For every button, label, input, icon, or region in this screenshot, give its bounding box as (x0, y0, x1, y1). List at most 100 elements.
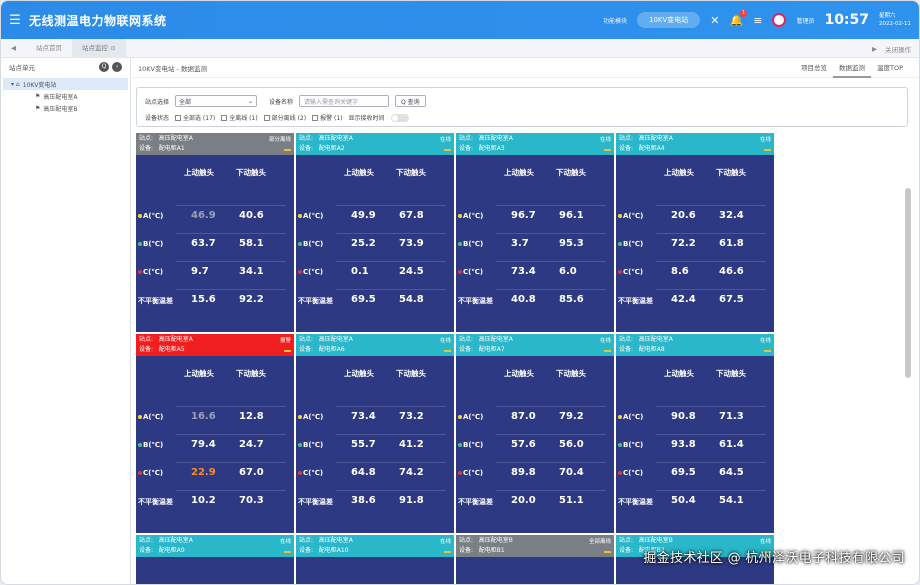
card-site: 高压配电室A (318, 537, 353, 544)
checkbox-all[interactable]: 全部选 (17) (175, 113, 215, 122)
close-operation[interactable]: 关闭操作 (885, 44, 911, 54)
col-upper: 上动触头 (504, 369, 534, 378)
device-label: 设备: (139, 346, 154, 353)
card-device: 配电柜A2 (318, 145, 345, 152)
temp-value-lower: 46.6 (719, 266, 744, 277)
temp-value-lower: 91.8 (399, 495, 424, 506)
tab-home[interactable]: 站点首页 (26, 39, 72, 58)
row-label-text: 不平衡温差 (298, 297, 333, 305)
col-lower: 下动触头 (396, 168, 426, 177)
temp-value-upper: 20.0 (511, 495, 536, 506)
temp-value-upper: 72.2 (671, 238, 696, 249)
device-card[interactable]: 站点: 高压配电室A 设备: 配电柜A5 报警 上动触头 下动触头 A(℃) 16.6 12.… (136, 334, 294, 533)
collapse-icon[interactable]: ‹ (112, 62, 122, 72)
tree-item-a[interactable]: ⚑ 高压配电室A (1, 90, 130, 102)
device-card[interactable]: 站点: 高压配电室B 设备: 配电柜B1 全部离线 (456, 535, 614, 584)
bell-icon[interactable]: 🔔 1 (730, 9, 748, 27)
row-label-text: A(℃) (303, 212, 324, 220)
phase-dot-icon (298, 471, 302, 475)
tab-overview[interactable]: 项目总览 (795, 58, 833, 78)
device-card[interactable]: 站点: 高压配电室A 设备: 配电柜A4 在线 上动触头 下动触头 A(℃) 20.6 32.… (616, 133, 774, 332)
menu-icon[interactable]: ☰ (1, 1, 29, 39)
list-icon[interactable]: ≡ (753, 14, 762, 27)
row-label: 不平衡温差 (138, 296, 173, 306)
device-label: 设备: (459, 547, 474, 554)
row-label-text: C(℃) (143, 469, 164, 477)
row-label-text: A(℃) (623, 413, 644, 421)
tab-data-monitor[interactable]: 数据监测 (832, 58, 871, 78)
temp-value-lower: 95.3 (559, 238, 584, 249)
row-label-text: 不平衡温差 (618, 297, 653, 305)
temp-value-upper: 22.9 (191, 467, 216, 478)
col-lower: 下动触头 (236, 369, 266, 378)
signal-icon (604, 547, 611, 553)
device-card[interactable]: 站点: 高压配电室A 设备: 配电柜A10 在线 (296, 535, 454, 584)
row-label: C(℃) (138, 469, 163, 477)
show-time-toggle[interactable] (390, 113, 409, 122)
temp-value-lower: 73.2 (399, 411, 424, 422)
row-label-text: 不平衡温差 (458, 297, 493, 305)
avatar[interactable] (772, 13, 787, 27)
card-site: 高压配电室A (478, 135, 513, 142)
status-label: 设备状态 (145, 115, 170, 122)
card-status: 部分离线 (268, 137, 291, 143)
row-label: 不平衡温差 (458, 296, 493, 306)
phase-dot-icon (138, 471, 142, 475)
temp-value-upper: 55.7 (351, 439, 376, 450)
temp-value-upper: 90.8 (671, 411, 696, 422)
tab-temp-top[interactable]: 温度TOP (871, 58, 909, 78)
card-header: 站点: 高压配电室A 设备: 配电柜A9 在线 (136, 535, 294, 557)
site-label: 站点: (459, 135, 474, 142)
scrollbar[interactable] (905, 188, 911, 378)
device-card[interactable]: 站点: 高压配电室A 设备: 配电柜A3 在线 上动触头 下动触头 A(℃) 96.7 96.… (456, 133, 614, 332)
row-label-text: B(℃) (143, 441, 164, 449)
device-search-input[interactable]: 请输入需查询关键字 (299, 95, 390, 107)
query-button[interactable]: Q 查询 (395, 95, 426, 107)
card-header: 站点: 高压配电室A 设备: 配电柜A3 在线 (456, 133, 614, 155)
device-card[interactable]: 站点: 高压配电室A 设备: 配电柜A8 在线 上动触头 下动触头 A(℃) 90.8 71.… (616, 334, 774, 533)
search-icon[interactable]: Q (99, 62, 109, 72)
device-card[interactable]: 站点: 高压配电室A 设备: 配电柜A2 在线 上动触头 下动触头 A(℃) 49.9 67.… (296, 133, 454, 332)
phase-dot-icon (298, 443, 302, 447)
checkbox-offline[interactable]: 全离线 (1) (221, 113, 258, 122)
signal-icon (444, 145, 451, 151)
temp-value-upper: 69.5 (351, 294, 376, 305)
card-status: 全部离线 (588, 539, 611, 545)
tree-root[interactable]: ▾ ⌂ 10KV变电站 (3, 78, 128, 90)
checkbox-alarm-label: 报警 (1) (320, 115, 343, 122)
phase-dot-icon (138, 242, 142, 246)
station-selector[interactable]: 10KV变电站 (637, 12, 701, 28)
device-card[interactable]: 站点: 高压配电室A 设备: 配电柜A7 在线 上动触头 下动触头 A(℃) 87.0 79.… (456, 334, 614, 533)
temp-value-upper: 9.7 (191, 266, 209, 277)
row-label: C(℃) (298, 268, 323, 276)
temp-value-lower: 58.1 (239, 238, 264, 249)
site-label: 站点: (299, 537, 314, 544)
tabs-forward-icon[interactable]: ▶ (872, 45, 877, 53)
row-label: B(℃) (138, 240, 163, 248)
device-card[interactable]: 站点: 高压配电室A 设备: 配电柜A1 部分离线 上动触头 下动触头 A(℃) 46.9 4… (136, 133, 294, 332)
filter-panel: 站点选择 全部 ⌄ 设备名称 请输入需查询关键字 Q 查询 设备状态 全部选 (1… (136, 87, 908, 127)
temp-value-upper: 0.1 (351, 266, 369, 277)
card-device: 配电柜A8 (638, 346, 665, 353)
user-name[interactable]: 管理员 (796, 16, 814, 25)
row-label: B(℃) (138, 441, 163, 449)
tabs-back-icon[interactable]: ◀ (1, 39, 26, 58)
row-label: A(℃) (618, 413, 643, 421)
site-select[interactable]: 全部 ⌄ (175, 95, 258, 107)
phase-dot-icon (618, 471, 622, 475)
device-card[interactable]: 站点: 高压配电室A 设备: 配电柜A9 在线 (136, 535, 294, 584)
site-label: 站点: (459, 537, 474, 544)
signal-icon (764, 346, 771, 352)
row-label-text: B(℃) (143, 240, 164, 248)
checkbox-partial[interactable]: 部分离线 (2) (263, 113, 306, 122)
site-label: 站点: (459, 336, 474, 343)
tab-monitor[interactable]: 站点监控 ⊙ (72, 38, 126, 58)
tree-item-b[interactable]: ⚑ 高压配电室B (1, 102, 130, 114)
row-label: B(℃) (618, 240, 643, 248)
card-device: 配电柜A9 (158, 547, 185, 554)
checkbox-alarm[interactable]: 报警 (1) (312, 113, 343, 122)
temp-value-upper: 8.6 (671, 266, 689, 277)
fullscreen-icon[interactable]: ✕ (710, 14, 719, 27)
device-label: 设备: (459, 145, 474, 152)
device-card[interactable]: 站点: 高压配电室A 设备: 配电柜A6 在线 上动触头 下动触头 A(℃) 73.4 73.… (296, 334, 454, 533)
